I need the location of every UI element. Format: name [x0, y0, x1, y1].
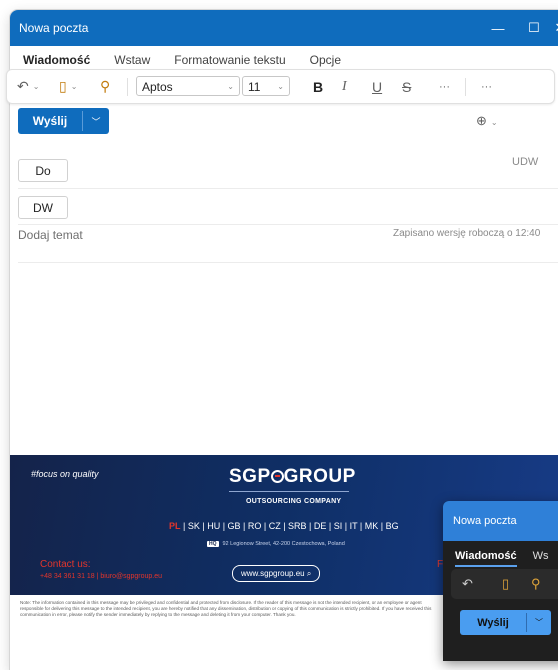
hq-badge: HQ	[207, 541, 219, 547]
undo-icon: ↶	[17, 78, 29, 94]
contact-details: +48 34 361 31 18 | biuro@sgpgroup.eu	[40, 573, 162, 580]
underline-button[interactable]: U	[372, 70, 382, 103]
format-painter-icon[interactable]: ⚲	[100, 70, 110, 103]
draft-saved-status: Zapisano wersję roboczą o 12:40	[393, 228, 541, 239]
to-button[interactable]: Do	[18, 159, 68, 182]
cc-button[interactable]: DW	[18, 196, 68, 219]
company-logo: SGP GROUP	[229, 466, 356, 487]
font-family-select[interactable]: Aptos ⌄	[136, 76, 240, 96]
maximize-icon[interactable]: ☐	[516, 10, 552, 46]
contact-heading: Contact us:	[40, 559, 91, 570]
second-tab-message[interactable]: Wiadomość	[455, 550, 517, 567]
send-button-group: Wyślij ﹀	[18, 108, 109, 134]
minimize-icon[interactable]: —	[480, 10, 516, 46]
logo-mark-icon	[270, 470, 284, 483]
company-address: HQ 92 Legionow Street, 42-200 Czestochowa…	[207, 541, 345, 547]
chevron-down-icon: ⌄	[277, 82, 284, 91]
send-button[interactable]: Wyślij	[18, 108, 82, 134]
second-send-button[interactable]: Wyślij	[460, 610, 526, 635]
font-family-value: Aptos	[142, 80, 173, 94]
bcc-link[interactable]: UDW	[512, 156, 538, 168]
website-link[interactable]: www.sgpgroup.eu ⌕	[232, 565, 321, 582]
send-options-chevron-icon[interactable]: ﹀	[83, 108, 109, 134]
second-compose-window[interactable]: Nowa poczta Wiadomość Ws ↶ ▯ ⚲ Wyślij ﹀	[443, 501, 558, 661]
undo-button[interactable]: ↶ ⌄	[17, 70, 39, 103]
title-bar: Nowa poczta — ☐ ✕	[10, 10, 558, 46]
chevron-down-icon: ⌄	[227, 82, 234, 91]
company-subtitle: OUTSOURCING COMPANY	[246, 498, 342, 505]
second-window-tabs: Wiadomość Ws	[443, 541, 558, 567]
font-size-select[interactable]: 11 ⌄	[242, 76, 290, 96]
format-painter-icon[interactable]: ⚲	[531, 576, 541, 592]
second-send-button-group: Wyślij ﹀	[460, 610, 551, 635]
logo-underline	[229, 491, 349, 492]
legal-disclaimer: Note: The information contained in this …	[20, 600, 432, 617]
second-window-title: Nowa poczta	[443, 501, 558, 541]
window-title: Nowa poczta	[19, 21, 89, 35]
signature-tagline: #focus on quality	[31, 469, 99, 479]
subject-divider	[18, 262, 558, 263]
strikethrough-button[interactable]: S	[402, 70, 411, 103]
bold-button[interactable]: B	[313, 70, 323, 103]
cc-field-divider	[18, 224, 558, 225]
undo-icon[interactable]: ↶	[462, 576, 473, 592]
country-list: PL | SK | HU | GB | RO | CZ | SRB | DE |…	[169, 521, 399, 531]
paste-button[interactable]: ▯ ⌄	[59, 70, 77, 103]
to-field-divider	[18, 188, 558, 189]
second-window-ribbon: ↶ ▯ ⚲	[451, 569, 558, 599]
second-send-chevron-icon[interactable]: ﹀	[527, 610, 551, 635]
italic-button[interactable]: I	[342, 70, 347, 103]
font-size-value: 11	[248, 80, 261, 94]
ribbon-toolbar: ↶ ⌄ ▯ ⌄ ⚲ Aptos ⌄ 11 ⌄ B I U S ··· ···	[6, 69, 555, 104]
clipboard-icon: ▯	[59, 78, 67, 94]
subject-input[interactable]: Dodaj temat	[18, 228, 83, 242]
second-tab-insert[interactable]: Ws	[533, 550, 549, 567]
zoom-icon[interactable]: ⊕ ⌄	[476, 113, 498, 129]
clipboard-icon[interactable]: ▯	[502, 576, 509, 592]
close-icon[interactable]: ✕	[552, 10, 558, 46]
search-icon: ⌕	[306, 568, 312, 578]
more-formatting-button[interactable]: ···	[439, 70, 450, 103]
more-options-button[interactable]: ···	[481, 70, 492, 103]
